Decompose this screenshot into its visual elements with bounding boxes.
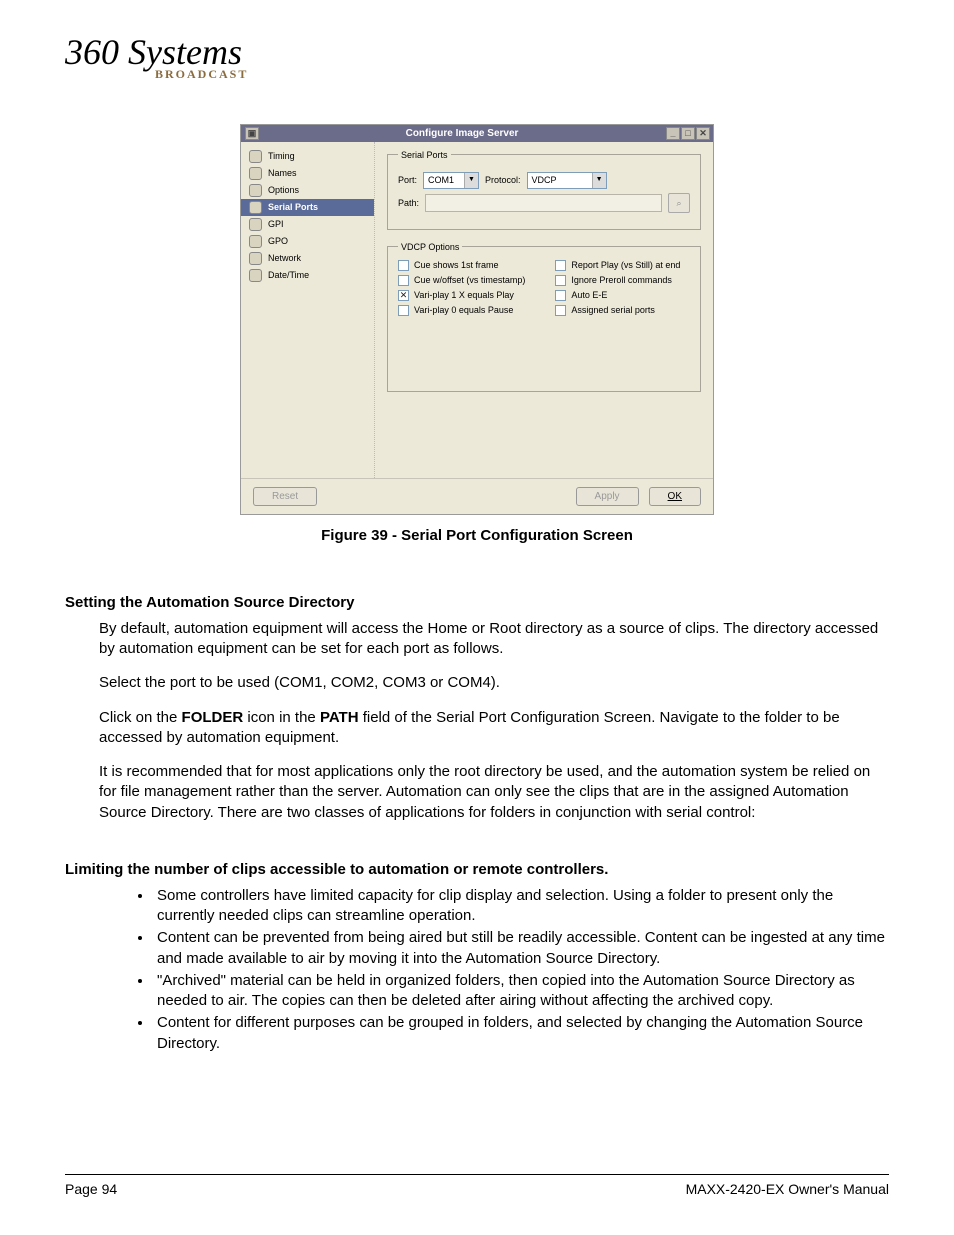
content-pane: Serial Ports Port: COM1▼ Protocol: VDCP▼… (375, 142, 713, 478)
heading-2: Limiting the number of clips accessible … (65, 861, 889, 878)
chk-auto-ee[interactable]: Auto E-E (555, 290, 680, 301)
doc-title: MAXX-2420-EX Owner's Manual (686, 1181, 889, 1197)
protocol-label: Protocol: (485, 175, 521, 185)
network-icon (249, 252, 262, 265)
chevron-down-icon: ▼ (464, 173, 478, 188)
list-item: "Archived" material can be held in organ… (153, 971, 889, 1012)
list-item: Content for different purposes can be gr… (153, 1013, 889, 1054)
ok-button[interactable]: OK (649, 487, 701, 506)
port-select[interactable]: COM1▼ (423, 172, 479, 189)
gear-icon (249, 184, 262, 197)
path-label: Path: (398, 198, 419, 208)
nav-network[interactable]: Network (241, 250, 374, 267)
chevron-down-icon: ▼ (592, 173, 606, 188)
nav-datetime[interactable]: Date/Time (241, 267, 374, 284)
minimize-button[interactable]: _ (666, 127, 680, 140)
clock-icon (249, 150, 262, 163)
button-row: Reset Apply OK (241, 478, 713, 514)
reset-button[interactable]: Reset (253, 487, 317, 506)
checkbox-icon (555, 275, 566, 286)
figure-caption: Figure 39 - Serial Port Configuration Sc… (65, 527, 889, 544)
chk-cue-offset[interactable]: Cue w/offset (vs timestamp) (398, 275, 525, 286)
chk-assigned-ports[interactable]: Assigned serial ports (555, 305, 680, 316)
path-input[interactable] (425, 194, 662, 212)
folder-icon: ⌕ (676, 198, 681, 208)
serial-ports-group: Serial Ports Port: COM1▼ Protocol: VDCP▼… (387, 150, 701, 230)
checkbox-icon (555, 290, 566, 301)
list-icon (249, 167, 262, 180)
para-1: By default, automation equipment will ac… (99, 619, 889, 660)
checkbox-icon (398, 305, 409, 316)
para-3: Click on the FOLDER icon in the PATH fie… (99, 708, 889, 749)
nav-gpi[interactable]: GPI (241, 216, 374, 233)
nav-timing[interactable]: Timing (241, 148, 374, 165)
nav-gpo[interactable]: GPO (241, 233, 374, 250)
serial-legend: Serial Ports (398, 150, 451, 160)
chk-ignore-preroll[interactable]: Ignore Preroll commands (555, 275, 680, 286)
logo: 360 Systems BROADCAST (65, 38, 889, 82)
vdcp-options-group: VDCP Options Cue shows 1st frame Cue w/o… (387, 242, 701, 392)
gpi-icon (249, 218, 262, 231)
page-number: Page 94 (65, 1181, 117, 1197)
chk-variplay-0[interactable]: Vari-play 0 equals Pause (398, 305, 525, 316)
app-icon: ▣ (245, 127, 259, 140)
nav-tree: Timing Names Options Serial Ports GPI GP… (241, 142, 375, 478)
nav-serial-ports[interactable]: Serial Ports (241, 199, 374, 216)
chk-report-play[interactable]: Report Play (vs Still) at end (555, 260, 680, 271)
para-4: It is recommended that for most applicat… (99, 762, 889, 823)
nav-names[interactable]: Names (241, 165, 374, 182)
logo-sub: BROADCAST (155, 67, 889, 82)
chk-variplay-1x[interactable]: ✕Vari-play 1 X equals Play (398, 290, 525, 301)
checkbox-icon (555, 305, 566, 316)
config-window: ▣ Configure Image Server _ □ ✕ Timing Na… (240, 124, 714, 515)
folder-button[interactable]: ⌕ (668, 193, 690, 213)
port-label: Port: (398, 175, 417, 185)
checkbox-icon (555, 260, 566, 271)
checkbox-icon (398, 275, 409, 286)
maximize-button[interactable]: □ (681, 127, 695, 140)
serial-icon (249, 201, 262, 214)
gpo-icon (249, 235, 262, 248)
bullet-list: Some controllers have limited capacity f… (135, 886, 889, 1054)
list-item: Content can be prevented from being aire… (153, 928, 889, 969)
vdcp-legend: VDCP Options (398, 242, 462, 252)
apply-button[interactable]: Apply (576, 487, 639, 506)
close-button[interactable]: ✕ (696, 127, 710, 140)
window-title: Configure Image Server (259, 128, 665, 139)
chk-cue-1st-frame[interactable]: Cue shows 1st frame (398, 260, 525, 271)
para-2: Select the port to be used (COM1, COM2, … (99, 673, 889, 693)
logo-main: 360 Systems (65, 38, 889, 67)
checkbox-icon: ✕ (398, 290, 409, 301)
checkbox-icon (398, 260, 409, 271)
heading-1: Setting the Automation Source Directory (65, 594, 889, 611)
list-item: Some controllers have limited capacity f… (153, 886, 889, 927)
nav-options[interactable]: Options (241, 182, 374, 199)
footer: Page 94 MAXX-2420-EX Owner's Manual (65, 1174, 889, 1197)
protocol-select[interactable]: VDCP▼ (527, 172, 607, 189)
titlebar: ▣ Configure Image Server _ □ ✕ (241, 125, 713, 142)
calendar-icon (249, 269, 262, 282)
